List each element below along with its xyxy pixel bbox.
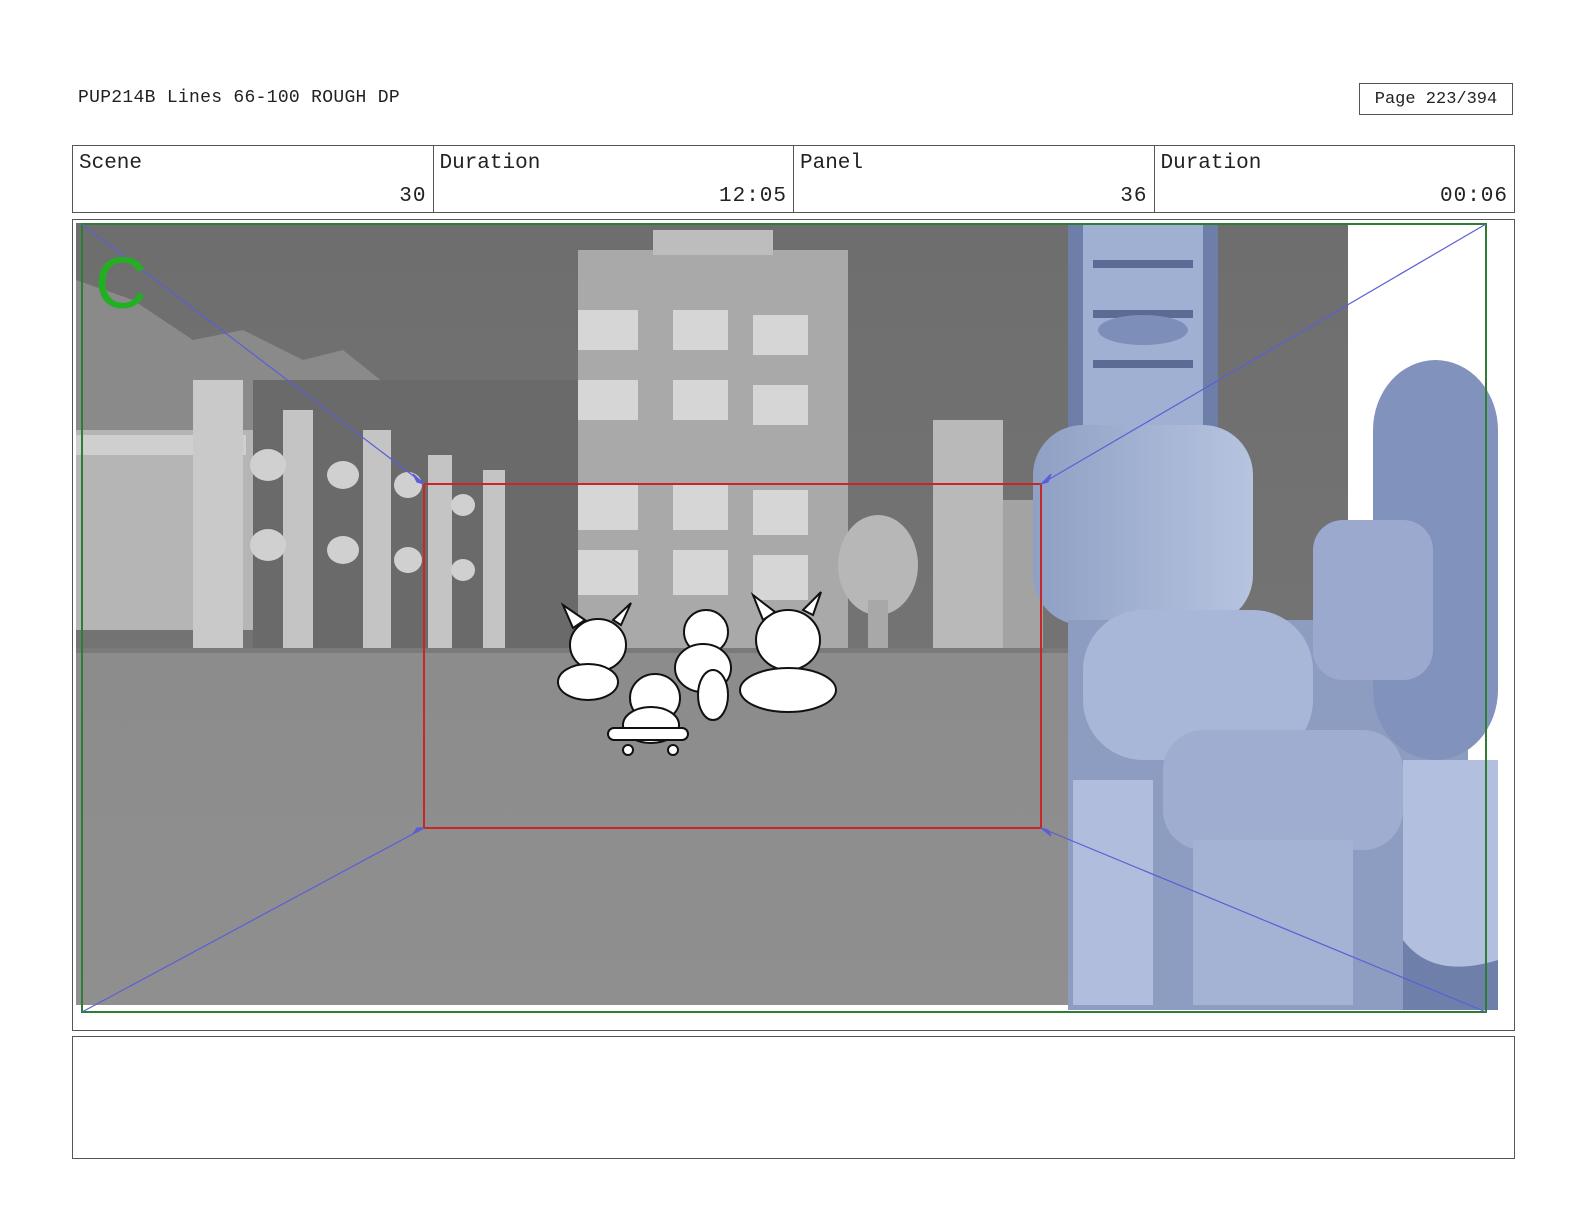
scene-duration-value: 12:05 bbox=[718, 185, 787, 208]
storyboard-panel: C bbox=[72, 219, 1515, 1031]
action-notes-box bbox=[72, 1036, 1515, 1159]
panel-duration-cell: Duration 00:06 bbox=[1155, 146, 1515, 212]
camera-marker: C bbox=[95, 244, 147, 324]
panel-value: 36 bbox=[1120, 185, 1148, 208]
board-title: PUP214B Lines 66-100 ROUGH DP bbox=[78, 88, 400, 108]
panel-cell: Panel 36 bbox=[794, 146, 1155, 212]
panel-label: Panel bbox=[800, 152, 864, 175]
scene-cell: Scene 30 bbox=[73, 146, 434, 212]
scene-info-row: Scene 30 Duration 12:05 Panel 36 Duratio… bbox=[72, 145, 1515, 213]
panel-duration-value: 00:06 bbox=[1439, 185, 1508, 208]
panel-artwork: C bbox=[76, 223, 1498, 1013]
scene-duration-cell: Duration 12:05 bbox=[434, 146, 794, 212]
scene-label: Scene bbox=[79, 152, 143, 175]
scene-value: 30 bbox=[399, 185, 427, 208]
page-counter: Page 223/394 bbox=[1359, 83, 1513, 115]
panel-duration-label: Duration bbox=[1160, 152, 1262, 175]
scene-duration-label: Duration bbox=[439, 152, 541, 175]
